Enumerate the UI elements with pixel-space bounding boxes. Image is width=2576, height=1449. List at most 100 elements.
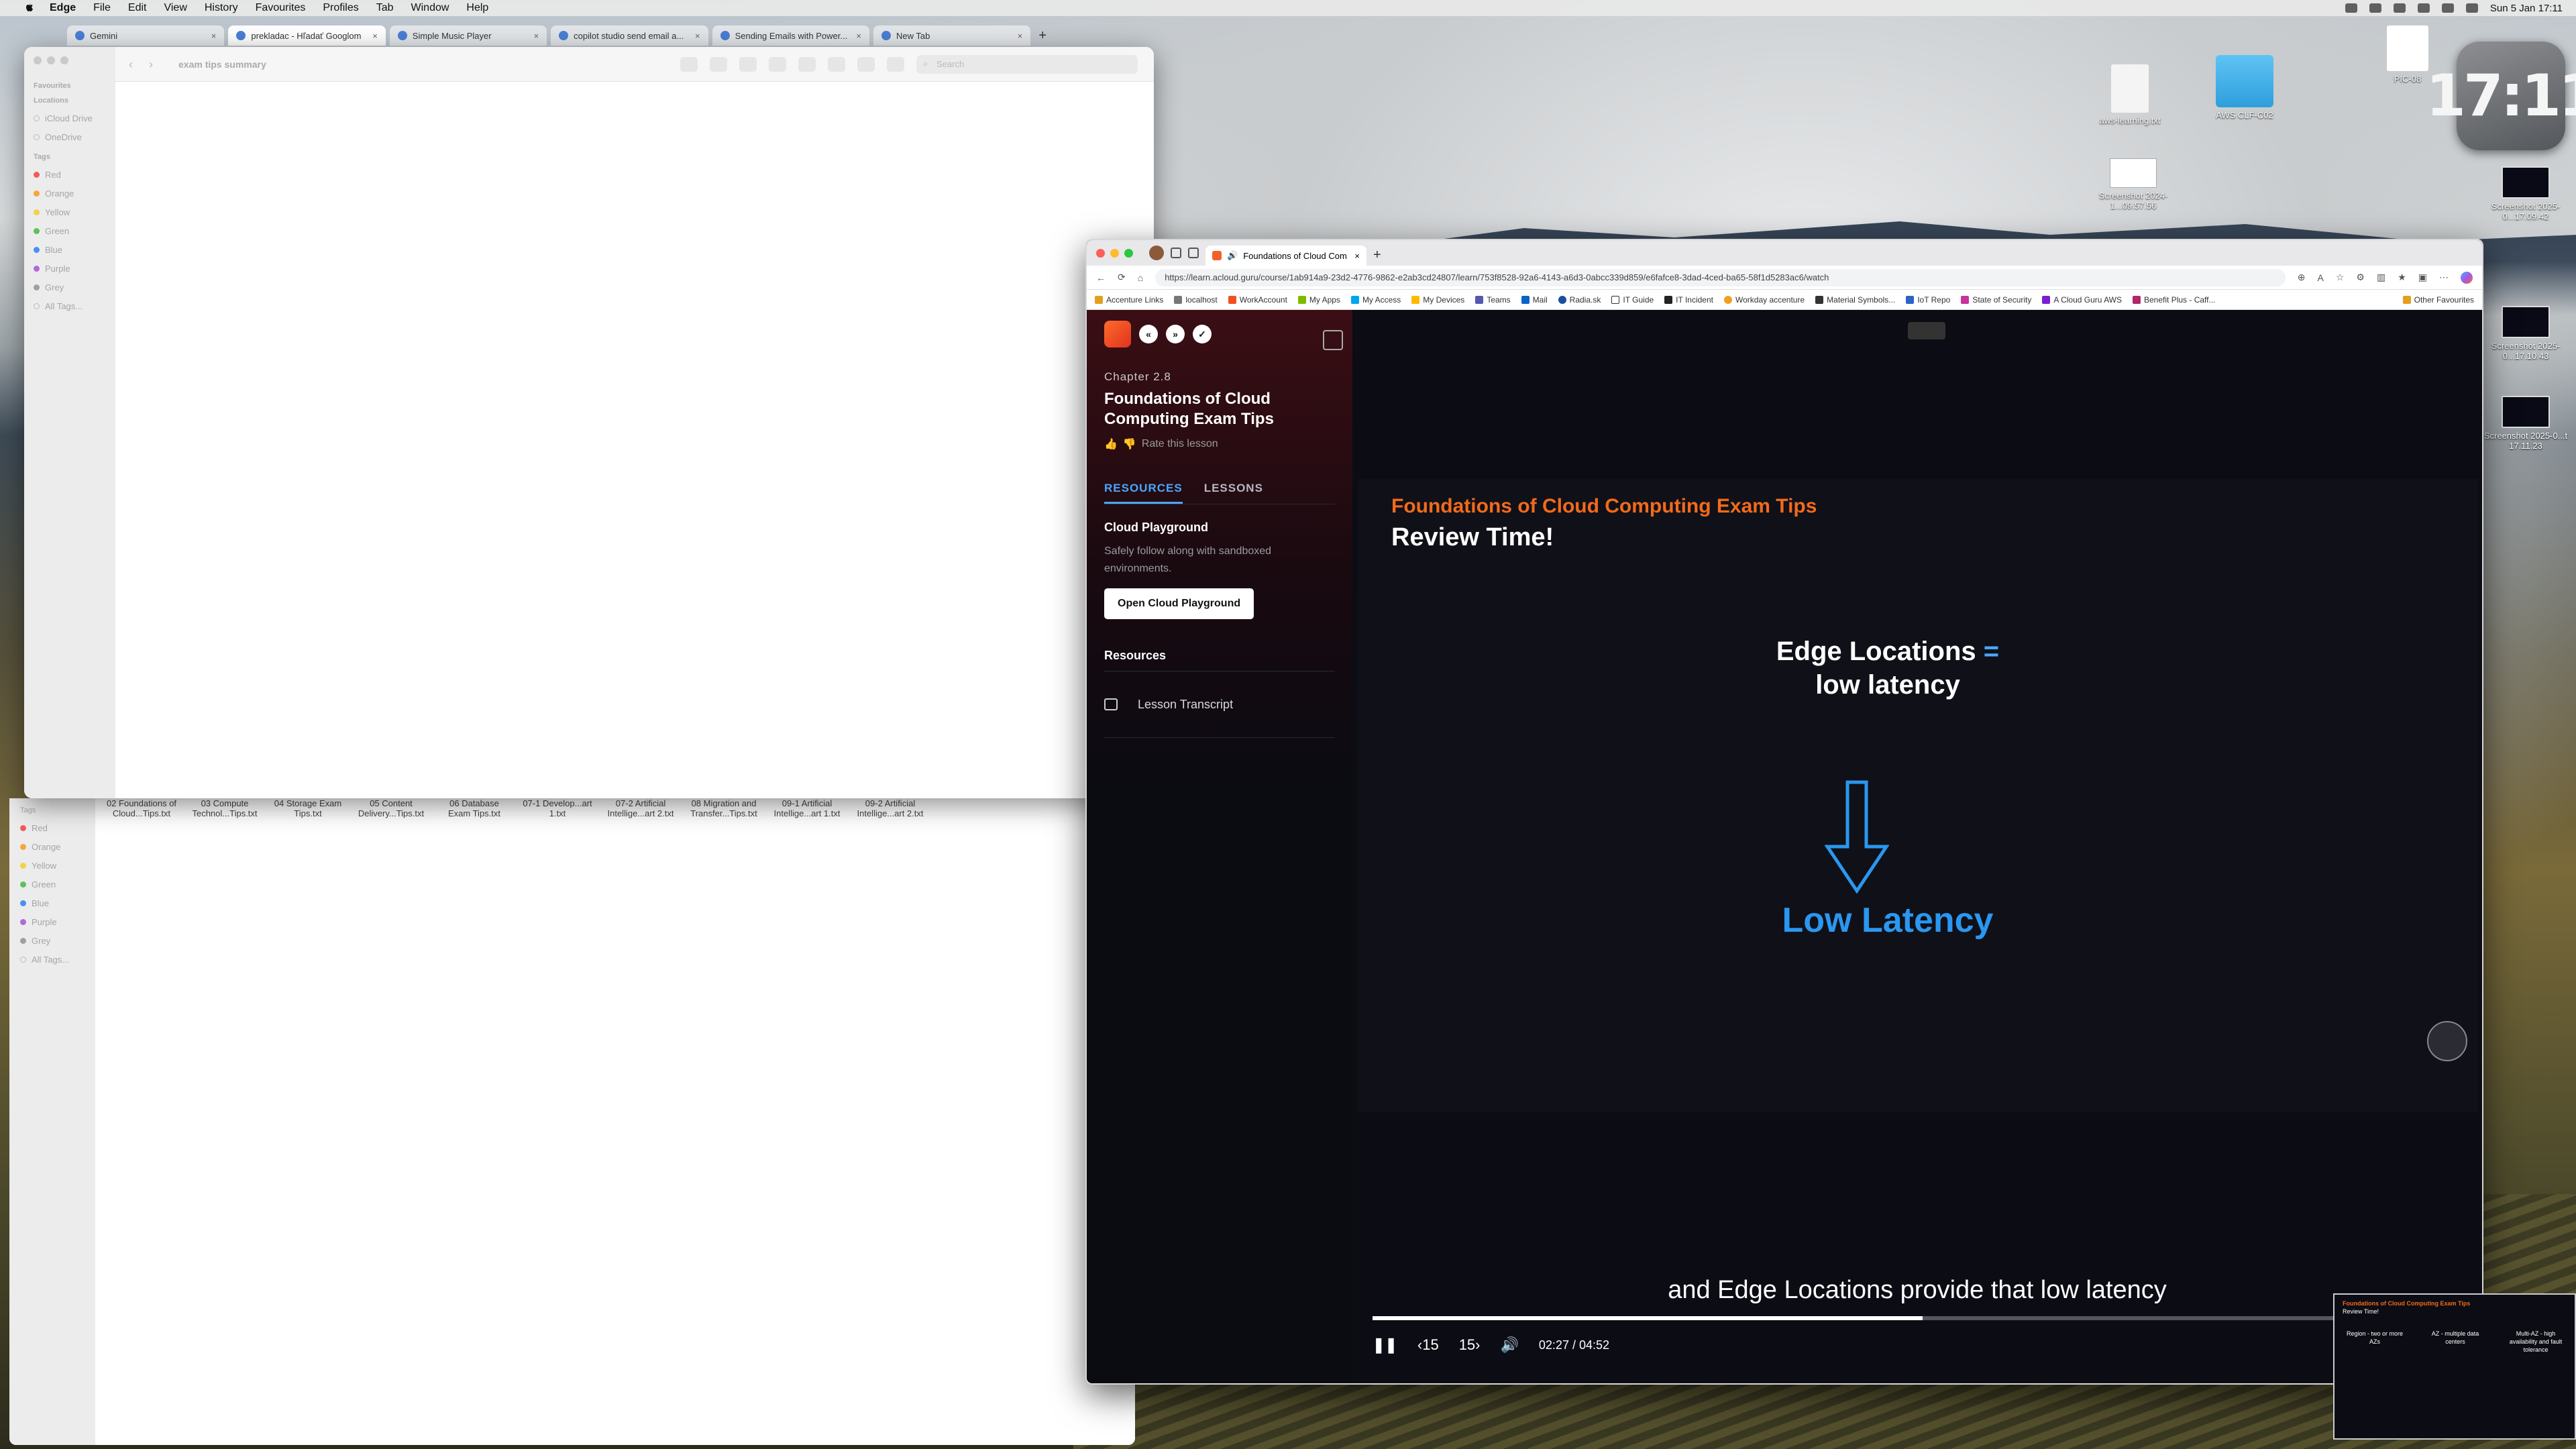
bookmark-accenture-links[interactable]: Accenture Links — [1095, 295, 1163, 305]
cloud-icon[interactable] — [2345, 3, 2357, 13]
bookmark-my-access[interactable]: My Access — [1350, 295, 1401, 305]
split-screen-icon[interactable]: ▥ — [2377, 272, 2385, 283]
tag-blue[interactable]: Blue — [20, 894, 85, 912]
tab-resources[interactable]: RESOURCES — [1104, 482, 1183, 504]
new-tab-icon[interactable]: + — [1038, 28, 1046, 44]
acloudguru-logo[interactable] — [1104, 321, 1131, 347]
file-item[interactable]: 06 Database Exam Tips.txt — [437, 798, 511, 818]
file-item[interactable]: 08 Migration and Transfer...Tips.txt — [687, 798, 761, 818]
close-icon[interactable]: × — [1354, 251, 1360, 261]
tag-green[interactable]: Green — [34, 221, 106, 240]
forward-icon[interactable]: › — [149, 58, 158, 70]
menu-favourites[interactable]: Favourites — [256, 2, 306, 14]
sidebar-item-onedrive[interactable]: OneDrive — [34, 127, 106, 146]
profile-avatar[interactable] — [1149, 246, 1164, 260]
bookmark-other-favourites[interactable]: Other Favourites — [2402, 295, 2474, 305]
tag-purple[interactable]: Purple — [20, 912, 85, 931]
gallery-view-icon[interactable] — [769, 57, 786, 72]
bookmark-localhost[interactable]: localhost — [1174, 295, 1218, 305]
collapse-sidebar-icon[interactable] — [1323, 330, 1343, 350]
tag-green[interactable]: Green — [20, 875, 85, 894]
menu-edit[interactable]: Edit — [128, 2, 147, 14]
picture-in-picture-icon[interactable] — [1908, 322, 1945, 339]
close-icon[interactable]: × — [695, 31, 700, 41]
clock-widget[interactable]: 17:11 — [2426, 42, 2576, 150]
close-window-icon[interactable] — [34, 56, 42, 64]
menu-help[interactable]: Help — [466, 2, 488, 14]
file-item[interactable]: 07-1 Develop...art 1.txt — [521, 798, 594, 818]
menubar-clock[interactable]: Sun 5 Jan 17:11 — [2490, 3, 2563, 14]
bookmark-it-guide[interactable]: IT Guide — [1611, 295, 1654, 305]
more-icon[interactable]: ⋯ — [2439, 272, 2449, 283]
close-icon[interactable]: × — [856, 31, 861, 41]
bookmark-my-devices[interactable]: My Devices — [1411, 295, 1464, 305]
tag-all[interactable]: All Tags... — [34, 297, 106, 315]
bookmark-acloudguru[interactable]: A Cloud Guru AWS — [2042, 295, 2122, 305]
tag-orange[interactable]: Orange — [34, 184, 106, 203]
bookmark-workaccount[interactable]: WorkAccount — [1228, 295, 1287, 305]
back-icon[interactable]: ‹ — [129, 58, 138, 70]
volume-icon[interactable]: 🔊 — [1501, 1336, 1519, 1354]
bookmark-teams[interactable]: Teams — [1475, 295, 1511, 305]
tab-actions-icon[interactable] — [1188, 248, 1199, 258]
home-icon[interactable]: ⌂ — [1138, 272, 1143, 283]
refresh-icon[interactable]: ⟳ — [1118, 272, 1126, 283]
read-aloud-icon[interactable]: A — [2318, 272, 2324, 283]
forward-button[interactable]: 15› — [1459, 1336, 1481, 1354]
tag-all[interactable]: All Tags... — [20, 950, 85, 969]
search-input[interactable]: ⌕ Search — [916, 55, 1138, 74]
desktop-screenshot-1[interactable]: Screenshot 2024-1...09.57.56 — [2086, 158, 2180, 211]
thumbs-down-icon[interactable]: 👎 — [1123, 437, 1136, 451]
bookmark-radia[interactable]: Radia.sk — [1558, 295, 1601, 305]
menu-profiles[interactable]: Profiles — [323, 2, 358, 14]
list-view-icon[interactable] — [710, 57, 727, 72]
bookmark-mail[interactable]: Mail — [1521, 295, 1548, 305]
chrome-tab-music-player[interactable]: Simple Music Player × — [389, 25, 547, 46]
url-field[interactable]: https://learn.acloud.guru/course/1ab914a… — [1155, 268, 2286, 286]
apple-icon[interactable] — [24, 3, 35, 13]
open-cloud-playground-button[interactable]: Open Cloud Playground — [1104, 588, 1254, 619]
collections-icon[interactable]: ▣ — [2418, 272, 2427, 283]
chrome-tab-sending-emails[interactable]: Sending Emails with Power... × — [712, 25, 869, 46]
close-icon[interactable]: × — [534, 31, 539, 41]
zoom-window-icon[interactable] — [1124, 248, 1133, 258]
tag-grey[interactable]: Grey — [20, 931, 85, 950]
pip-window[interactable]: Foundations of Cloud Computing Exam Tips… — [2333, 1293, 2576, 1440]
bookmark-material-symbols[interactable]: Material Symbols... — [1815, 295, 1895, 305]
minimize-window-icon[interactable] — [1110, 248, 1119, 258]
video-progress-bar[interactable] — [1373, 1316, 2462, 1320]
close-window-icon[interactable] — [1096, 248, 1105, 258]
zoom-window-icon[interactable] — [60, 56, 68, 64]
previous-lesson-button[interactable]: « — [1139, 325, 1158, 343]
file-item[interactable]: 09-1 Artificial Intellige...art 1.txt — [770, 798, 844, 818]
desktop-folder-aws-clf[interactable]: AWS CLF-C02 — [2198, 55, 2292, 120]
share-icon[interactable] — [828, 57, 845, 72]
pause-icon[interactable]: ❚❚ — [1373, 1336, 1397, 1354]
extensions-icon[interactable]: ⚙ — [2356, 272, 2365, 283]
extension-icon[interactable] — [2369, 3, 2381, 13]
chrome-tab-new-tab[interactable]: New Tab × — [873, 25, 1031, 46]
file-item[interactable]: 07-2 Artificial Intellige...art 2.txt — [604, 798, 678, 818]
workspaces-icon[interactable] — [1171, 248, 1181, 258]
mark-complete-button[interactable]: ✓ — [1193, 325, 1212, 343]
group-icon[interactable] — [798, 57, 816, 72]
tag-blue[interactable]: Blue — [34, 240, 106, 259]
thumbs-up-icon[interactable]: 👍 — [1104, 437, 1118, 451]
chrome-tab-gemini[interactable]: Gemini × — [67, 25, 225, 46]
tag-red[interactable]: Red — [34, 165, 106, 184]
wifi-icon[interactable] — [2441, 3, 2454, 13]
copilot-icon[interactable] — [2461, 271, 2473, 284]
edge-tab-course[interactable]: 🔊 Foundations of Cloud Com × — [1205, 246, 1366, 266]
favourites-icon[interactable]: ★ — [2398, 272, 2406, 283]
menu-view[interactable]: View — [164, 2, 186, 14]
file-item[interactable]: 04 Storage Exam Tips.txt — [271, 798, 345, 818]
file-item[interactable]: 09-2 Artificial Intellige...art 2.txt — [853, 798, 927, 818]
next-lesson-button[interactable]: » — [1166, 325, 1185, 343]
menu-window[interactable]: Window — [411, 2, 449, 14]
tag-yellow[interactable]: Yellow — [20, 856, 85, 875]
play-next-icon[interactable] — [2427, 1021, 2467, 1061]
bookmark-iot-repo[interactable]: IoT Repo — [1906, 295, 1950, 305]
control-center-icon[interactable] — [2465, 3, 2478, 13]
tag-red[interactable]: Red — [20, 818, 85, 837]
icon-view-icon[interactable] — [680, 57, 698, 72]
